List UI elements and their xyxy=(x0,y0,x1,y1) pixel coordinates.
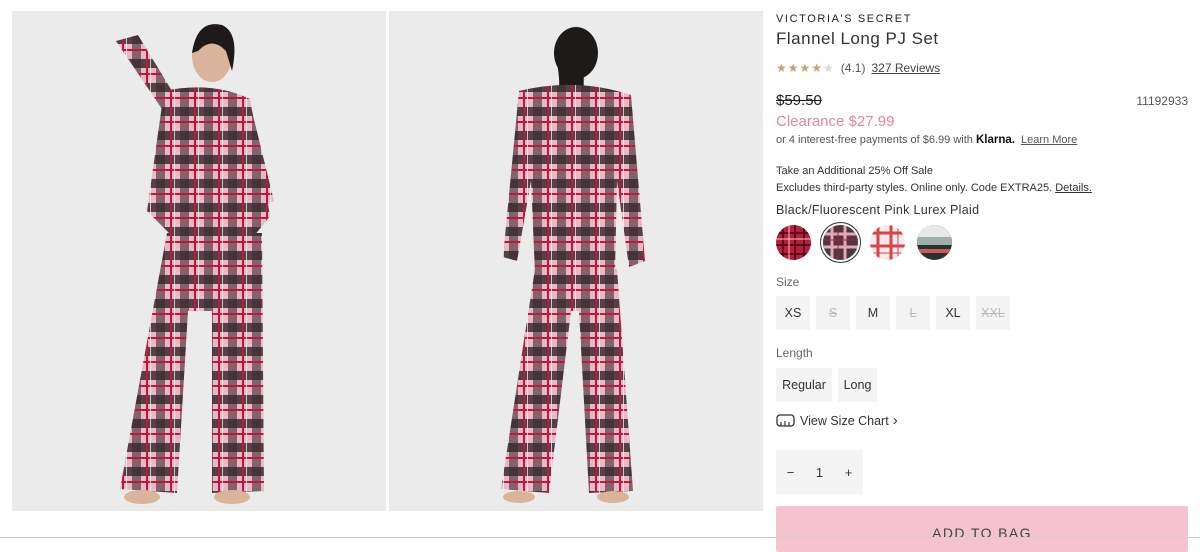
klarna-installments: or 4 interest-free payments of $6.99 wit… xyxy=(776,134,1077,146)
sale-price: Clearance $27.99 xyxy=(776,113,895,130)
front-model-figure xyxy=(116,24,274,504)
selected-color-name: Black/Fluorescent Pink Lurex Plaid xyxy=(776,203,980,217)
star-rating-icon: ★★★★★ xyxy=(776,61,835,75)
chevron-right-icon: › xyxy=(892,412,898,429)
klarna-text: or 4 interest-free payments of $6.99 wit… xyxy=(776,134,973,146)
promo-details-link[interactable]: Details. xyxy=(1055,182,1092,194)
page-divider xyxy=(0,537,1200,538)
quantity-value[interactable]: 1 xyxy=(805,450,834,494)
size-s-button[interactable]: S xyxy=(816,296,850,330)
rating-summary: ★★★★★ (4.1) 327 Reviews xyxy=(776,61,940,75)
product-sku: 11192933 xyxy=(1136,94,1188,108)
size-m-button[interactable]: M xyxy=(856,296,890,330)
color-swatch-red-plaid[interactable] xyxy=(776,225,811,260)
color-swatch-white-red-plaid[interactable] xyxy=(870,225,905,260)
quantity-stepper: − 1 + xyxy=(776,450,863,494)
add-to-bag-button[interactable]: ADD TO BAG xyxy=(776,506,1188,552)
promo-message: Take an Additional 25% Off Sale Excludes… xyxy=(776,163,1092,197)
size-xl-button[interactable]: XL xyxy=(936,296,970,330)
length-label: Length xyxy=(776,346,813,360)
product-image-front[interactable] xyxy=(12,11,386,511)
size-chart-link[interactable]: View Size Chart › xyxy=(776,412,898,429)
quantity-decrease-button[interactable]: − xyxy=(776,450,805,494)
color-swatch-grey-stripe[interactable] xyxy=(917,225,952,260)
rating-value: (4.1) xyxy=(840,61,866,75)
size-xs-button[interactable]: XS xyxy=(776,296,810,330)
back-model-figure xyxy=(501,27,645,503)
original-price: $59.50 xyxy=(776,92,822,109)
size-l-button[interactable]: L xyxy=(896,296,930,330)
klarna-learn-more-link[interactable]: Learn More xyxy=(1021,134,1077,146)
length-regular-button[interactable]: Regular xyxy=(776,368,832,402)
color-swatch-black-pink-plaid[interactable] xyxy=(823,225,858,260)
promo-line-2: Excludes third-party styles. Online only… xyxy=(776,182,1053,194)
length-long-button[interactable]: Long xyxy=(838,368,877,402)
size-chart-label: View Size Chart xyxy=(800,413,889,428)
ruler-icon xyxy=(776,414,795,427)
product-title: Flannel Long PJ Set xyxy=(776,29,939,48)
quantity-increase-button[interactable]: + xyxy=(834,450,863,494)
brand-name: VICTORIA'S SECRET xyxy=(776,13,913,25)
product-image-back[interactable] xyxy=(389,11,763,511)
size-xxl-button[interactable]: XXL xyxy=(976,296,1010,330)
klarna-logo: Klarna. xyxy=(975,134,1015,146)
reviews-link[interactable]: 327 Reviews xyxy=(871,61,940,75)
size-label: Size xyxy=(776,275,800,289)
promo-line-1: Take an Additional 25% Off Sale xyxy=(776,165,933,177)
